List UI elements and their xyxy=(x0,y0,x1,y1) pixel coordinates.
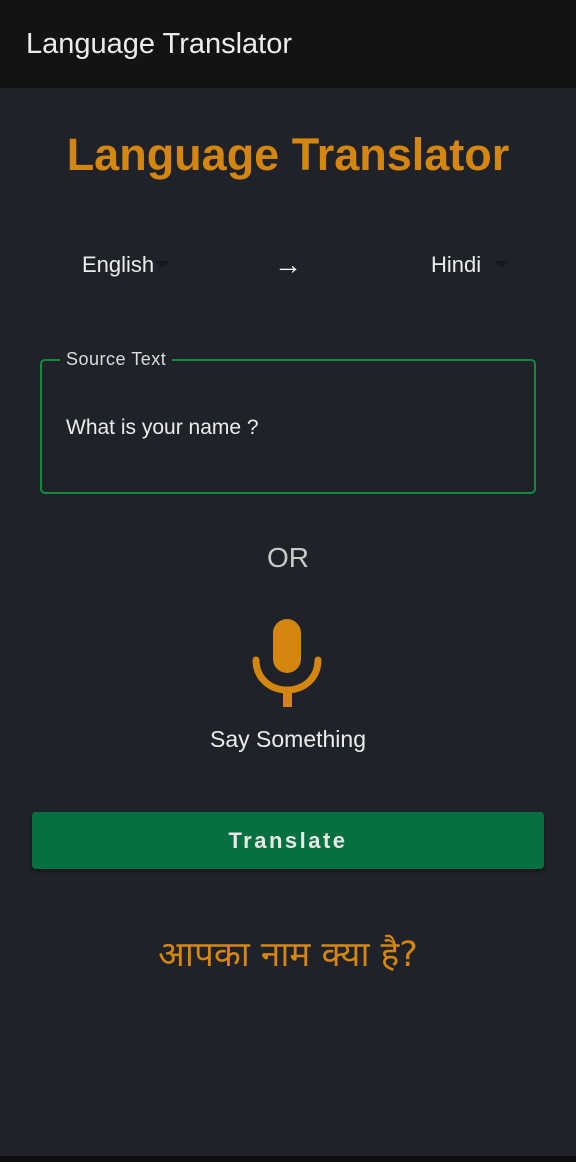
translate-button[interactable]: Translate xyxy=(32,812,544,869)
source-text-input[interactable] xyxy=(66,411,506,445)
target-language-dropdown[interactable]: Hindi xyxy=(431,248,510,282)
bottom-edge xyxy=(0,1156,576,1162)
app-bar-title: Language Translator xyxy=(26,28,293,60)
source-language-label: English xyxy=(82,252,155,277)
caret-down-icon xyxy=(495,260,510,268)
source-text-field: Source Text xyxy=(40,348,536,494)
source-language-dropdown[interactable]: English xyxy=(82,248,170,282)
say-something-label: Say Something xyxy=(210,726,366,752)
caret-down-icon xyxy=(155,260,170,268)
target-language-label: Hindi xyxy=(431,252,482,277)
or-divider-text: OR xyxy=(267,542,309,573)
page-title: Language Translator xyxy=(66,129,510,180)
microphone-icon[interactable] xyxy=(252,616,324,710)
app-bar: Language Translator xyxy=(0,0,576,88)
translation-result: आपका नाम क्या है? xyxy=(158,935,418,975)
arrow-right-icon: → xyxy=(274,249,302,280)
source-text-label: Source Text xyxy=(60,348,173,370)
